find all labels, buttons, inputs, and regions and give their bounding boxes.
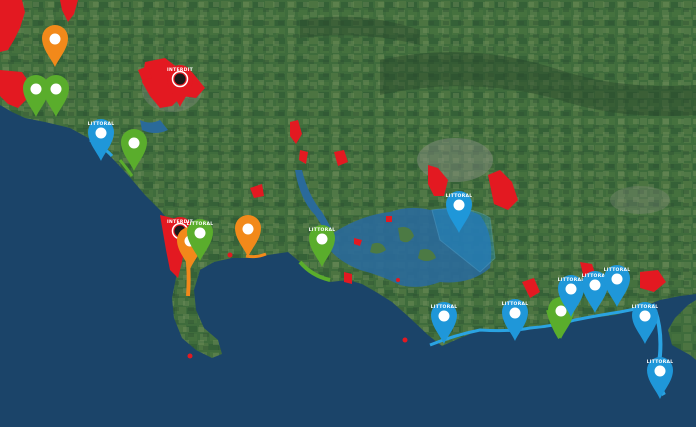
- map-pin-icon: [42, 25, 68, 67]
- map-marker-blue[interactable]: LITTORAL: [501, 298, 529, 342]
- map-marker-blue[interactable]: LITTORAL: [646, 356, 674, 400]
- satellite-map[interactable]: INTERDIT LITTORAL INTERDIT LITTORAL LITTORAL…: [0, 0, 696, 427]
- map-marker-green[interactable]: [42, 74, 70, 118]
- marker-label: LITTORAL: [501, 302, 529, 307]
- map-marker-red[interactable]: INTERDIT: [166, 64, 194, 108]
- marker-label: LITTORAL: [87, 122, 115, 127]
- marker-label: LITTORAL: [646, 360, 674, 365]
- map-marker-blue[interactable]: LITTORAL: [430, 301, 458, 345]
- map-marker-blue[interactable]: LITTORAL: [631, 301, 659, 345]
- marker-label: LITTORAL: [186, 222, 214, 227]
- map-marker-blue[interactable]: LITTORAL: [445, 190, 473, 234]
- marker-label: LITTORAL: [603, 268, 631, 273]
- marker-label: LITTORAL: [430, 305, 458, 310]
- map-pin-icon: [43, 75, 69, 117]
- map-marker-blue[interactable]: LITTORAL: [87, 118, 115, 162]
- map-base: [0, 0, 696, 427]
- map-marker-orange[interactable]: [234, 214, 262, 258]
- marker-label: LITTORAL: [445, 194, 473, 199]
- map-marker-green[interactable]: [120, 128, 148, 172]
- map-pin-icon: [121, 129, 147, 171]
- marker-label: LITTORAL: [631, 305, 659, 310]
- map-pin-icon: [235, 215, 261, 257]
- map-marker-green[interactable]: LITTORAL: [186, 218, 214, 262]
- map-marker-blue[interactable]: LITTORAL: [603, 264, 631, 308]
- map-marker-orange[interactable]: [41, 24, 69, 68]
- urban-area: [610, 186, 670, 214]
- marker-label: INTERDIT: [167, 68, 193, 73]
- map-marker-green[interactable]: LITTORAL: [308, 224, 336, 268]
- marker-label: LITTORAL: [308, 228, 336, 233]
